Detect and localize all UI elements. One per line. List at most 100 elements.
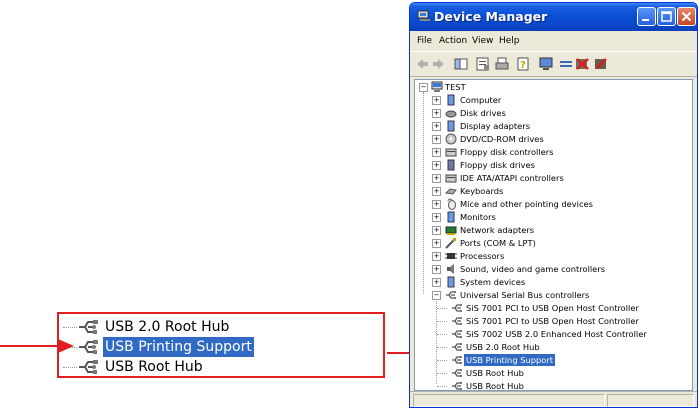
usb-icon: [452, 343, 462, 351]
usb-icon: [452, 369, 462, 377]
tree-connector: [436, 296, 437, 384]
usb-icon: [452, 304, 462, 312]
forward-arrow-icon[interactable]: [431, 56, 447, 72]
collapse-button[interactable]: −: [419, 83, 428, 92]
device-tree: − TEST + Computer + Disk drives + Displa…: [414, 79, 693, 391]
menu-bar: File Action View Help: [410, 32, 697, 51]
close-button[interactable]: [677, 7, 696, 26]
computer-icon: [447, 94, 455, 106]
tree-category-label: System devices: [460, 277, 526, 287]
tree-category-label: Floppy disk drives: [460, 160, 535, 170]
tree-connector: [437, 347, 447, 348]
maximize-button[interactable]: [657, 7, 676, 26]
properties-icon[interactable]: [475, 56, 491, 72]
back-arrow-icon[interactable]: [414, 56, 430, 72]
usb-icon: [452, 330, 462, 338]
expand-button[interactable]: +: [432, 148, 441, 157]
print-icon[interactable]: [494, 56, 510, 72]
tree-category-label: Monitors: [460, 212, 496, 222]
minimize-button[interactable]: [637, 7, 656, 26]
title-bar[interactable]: Device Manager: [410, 3, 697, 31]
tree-category-label: Computer: [460, 95, 502, 105]
tree-connector: [437, 373, 447, 374]
expand-button[interactable]: +: [432, 252, 441, 261]
tree-category-label: Keyboards: [460, 186, 504, 196]
menu-help[interactable]: Help: [499, 36, 520, 46]
expand-button[interactable]: +: [432, 213, 441, 222]
dvd-drive-icon: [445, 133, 457, 145]
tree-category-label: Mice and other pointing devices: [460, 199, 593, 209]
tree-connector: [437, 321, 447, 322]
tree-device-label: SiS 7001 PCI to USB Open Host Controller: [466, 316, 639, 326]
window-title: Device Manager: [434, 9, 548, 24]
tree-device-label-selected: USB Printing Support: [464, 354, 556, 366]
usb-icon: [452, 382, 462, 390]
toolbar: ?: [410, 51, 697, 77]
console-tree-icon[interactable]: [453, 56, 469, 72]
expand-button[interactable]: +: [432, 187, 441, 196]
floppy-drive-icon: [447, 159, 455, 171]
expand-button[interactable]: +: [432, 135, 441, 144]
tree-connector: [437, 308, 447, 309]
arrow-into-callout: [0, 339, 74, 353]
usb-icon: [452, 356, 462, 364]
sound-icon: [447, 264, 454, 274]
tree-category-label: Ports (COM & LPT): [460, 238, 536, 248]
tree-device-label: SiS 7001 PCI to USB Open Host Controller: [466, 303, 639, 313]
tree-category-label: Floppy disk controllers: [460, 147, 554, 157]
tree-category-label: DVD/CD-ROM drives: [460, 134, 544, 144]
port-icon: [445, 238, 456, 249]
expand-button[interactable]: +: [432, 109, 441, 118]
expand-button[interactable]: +: [432, 265, 441, 274]
expand-button[interactable]: +: [432, 96, 441, 105]
expand-button[interactable]: +: [432, 278, 441, 287]
usb-icon: [452, 317, 462, 325]
tree-category-label: Processors: [460, 251, 505, 261]
maximize-icon: [661, 11, 672, 22]
expand-button[interactable]: +: [432, 226, 441, 235]
keyboard-icon: [445, 188, 457, 195]
tree-category-label: IDE ATA/ATAPI controllers: [460, 173, 564, 183]
mouse-icon: [447, 198, 456, 210]
status-bar: [410, 391, 697, 407]
tree-connector: [437, 386, 447, 387]
ide-controller-icon: [445, 174, 457, 183]
update-driver-icon[interactable]: [558, 56, 574, 72]
tree-category-label: Display adapters: [460, 121, 531, 131]
expand-button[interactable]: +: [432, 200, 441, 209]
uninstall-icon[interactable]: [574, 56, 590, 72]
expand-button[interactable]: +: [432, 239, 441, 248]
menu-action[interactable]: Action: [439, 36, 467, 46]
tree-device-label: USB 2.0 Root Hub: [466, 342, 540, 352]
expand-button[interactable]: +: [432, 122, 441, 131]
tree-connector: [423, 92, 424, 294]
status-panel: [607, 394, 694, 407]
computer-icon: [431, 81, 443, 92]
processor-icon: [445, 253, 457, 259]
expand-button[interactable]: +: [432, 174, 441, 183]
disable-icon[interactable]: [593, 56, 609, 72]
tree-connector: [437, 360, 447, 361]
close-icon: [681, 11, 692, 22]
tree-category-label: Network adapters: [460, 225, 535, 235]
tree-category-label: Universal Serial Bus controllers: [460, 290, 590, 300]
expand-button[interactable]: +: [432, 161, 441, 170]
usb-icon: [446, 291, 456, 299]
status-panel: [413, 394, 605, 407]
tree-category-label: Sound, video and game controllers: [460, 264, 606, 274]
minimize-icon: [642, 19, 649, 21]
display-adapter-icon: [447, 120, 455, 132]
system-device-icon: [447, 276, 455, 288]
device-manager-window: Device Manager File Action View Help ? −…: [409, 2, 698, 408]
network-adapter-icon: [445, 226, 457, 235]
disk-drive-icon: [445, 110, 457, 118]
tree-connector: [437, 334, 447, 335]
menu-view[interactable]: View: [472, 36, 493, 46]
help-icon[interactable]: ?: [516, 56, 532, 72]
device-manager-icon: [417, 10, 430, 21]
floppy-controller-icon: [445, 148, 457, 157]
menu-file[interactable]: File: [417, 36, 432, 46]
tree-category-label: Disk drives: [460, 108, 506, 118]
collapse-button[interactable]: −: [432, 291, 441, 300]
scan-hardware-icon[interactable]: [538, 56, 554, 72]
